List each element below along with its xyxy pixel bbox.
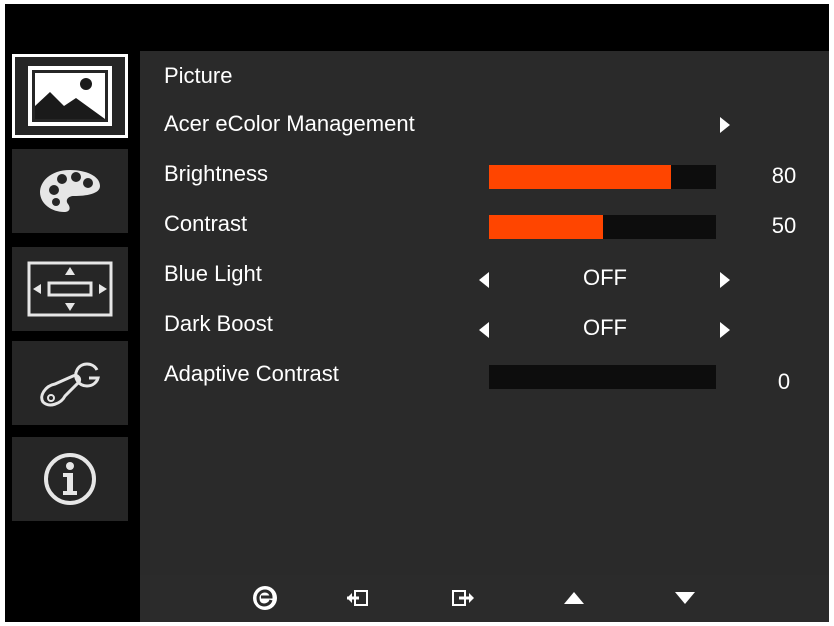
blue-light-right-arrow-icon[interactable] xyxy=(720,272,730,288)
contrast-slider-fill xyxy=(489,215,603,239)
enter-button[interactable] xyxy=(340,583,374,613)
monitor-osd: Picture Acer eColor Management Brightnes… xyxy=(5,4,829,622)
sidebar-item-info[interactable] xyxy=(12,437,128,521)
color-palette-icon xyxy=(40,170,100,212)
brightness-value: 80 xyxy=(771,163,797,188)
exit-icon xyxy=(452,590,474,606)
e-logo-button[interactable] xyxy=(248,583,282,613)
contrast-label: Contrast xyxy=(164,211,248,236)
picture-menu-panel: Picture Acer eColor Management Brightnes… xyxy=(140,51,829,575)
sidebar-item-picture[interactable] xyxy=(12,54,128,138)
brightness-label: Brightness xyxy=(164,161,268,186)
blue-light-value: OFF xyxy=(583,265,627,290)
up-arrow-icon xyxy=(564,592,584,604)
contrast-slider[interactable] xyxy=(489,215,716,239)
brightness-slider[interactable] xyxy=(489,165,716,189)
blue-light-label: Blue Light xyxy=(164,261,262,286)
bottom-control-bar xyxy=(140,575,829,622)
adaptive-contrast-slider[interactable] xyxy=(489,365,716,389)
info-icon xyxy=(44,453,96,505)
up-button[interactable] xyxy=(557,583,591,613)
dark-boost-label: Dark Boost xyxy=(164,311,273,336)
adaptive-contrast-value: 0 xyxy=(777,369,791,394)
enter-icon xyxy=(347,590,368,606)
submenu-arrow-icon xyxy=(720,117,730,133)
settings-icon xyxy=(40,362,100,407)
sidebar-item-display[interactable] xyxy=(12,247,128,331)
sidebar xyxy=(5,51,140,622)
e-logo-icon xyxy=(253,586,277,610)
dark-boost-right-arrow-icon[interactable] xyxy=(720,322,730,338)
adaptive-contrast-label: Adaptive Contrast xyxy=(164,361,339,386)
contrast-value: 50 xyxy=(771,213,797,238)
menu-item-brightness[interactable]: Brightness 80 xyxy=(140,155,829,195)
down-arrow-icon xyxy=(675,592,695,604)
page-title: Picture xyxy=(164,63,233,88)
picture-icon xyxy=(28,66,112,126)
dark-boost-left-arrow-icon[interactable] xyxy=(479,322,489,338)
dark-boost-value: OFF xyxy=(583,315,627,340)
menu-item-blue-light[interactable]: Blue Light OFF xyxy=(140,255,829,295)
exit-button[interactable] xyxy=(446,583,480,613)
menu-item-acer-ecolor[interactable]: Acer eColor Management xyxy=(140,105,829,145)
blue-light-left-arrow-icon[interactable] xyxy=(479,272,489,288)
menu-item-dark-boost[interactable]: Dark Boost OFF xyxy=(140,305,829,345)
display-position-icon xyxy=(27,261,113,317)
sidebar-item-color[interactable] xyxy=(12,149,128,233)
menu-item-contrast[interactable]: Contrast 50 xyxy=(140,205,829,245)
menu-item-adaptive-contrast[interactable]: Adaptive Contrast 0 xyxy=(140,355,829,395)
acer-ecolor-label: Acer eColor Management xyxy=(164,111,415,136)
brightness-slider-fill xyxy=(489,165,671,189)
down-button[interactable] xyxy=(668,583,702,613)
sidebar-item-settings[interactable] xyxy=(12,341,128,425)
